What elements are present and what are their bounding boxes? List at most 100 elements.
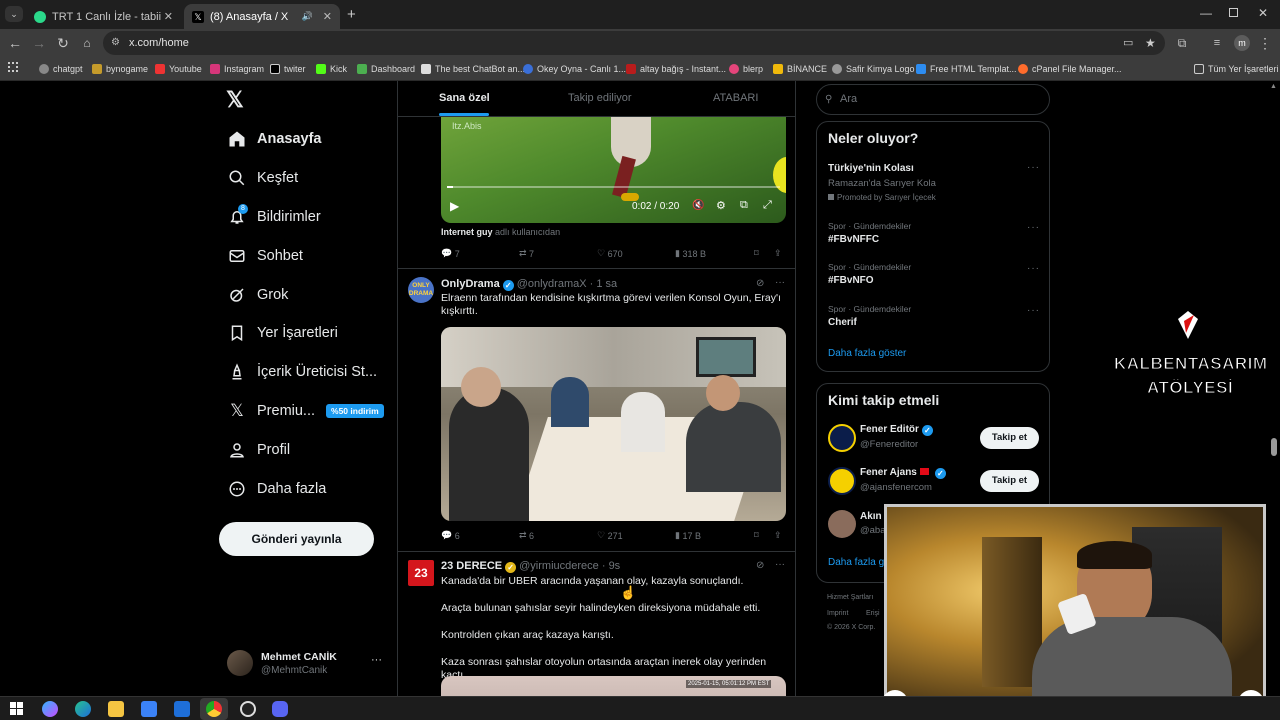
avatar[interactable] <box>828 467 856 495</box>
bookmark-icon[interactable]: ⌑ <box>754 530 759 541</box>
views-button[interactable]: ▮ 318 B <box>675 248 706 259</box>
reply-button[interactable]: 💬 7 <box>441 248 460 259</box>
nav-profile[interactable]: Profil <box>226 435 290 465</box>
video-progress-bar[interactable] <box>447 186 780 188</box>
nav-premium[interactable]: 𝕏 Premiu... %50 indirim <box>226 396 384 426</box>
bookmark-altay[interactable]: altay bağış - Instant... <box>626 61 726 77</box>
site-info-icon[interactable]: ⚙ <box>111 31 120 55</box>
trend-name[interactable]: Cherif <box>828 317 857 328</box>
discord-icon[interactable] <box>272 701 288 717</box>
bookmark-youtube[interactable]: Youtube <box>155 61 202 77</box>
search-input[interactable]: ⚲ Ara <box>816 84 1050 115</box>
nav-creator-studio[interactable]: İçerik Üreticisi St... <box>226 357 377 387</box>
avatar[interactable] <box>828 424 856 452</box>
tab-following[interactable]: Takip ediliyor <box>568 92 632 104</box>
show-more-link[interactable]: Daha fazla g <box>828 557 884 568</box>
tab-for-you[interactable]: Sana özel <box>439 92 490 104</box>
suggested-account-name[interactable]: Fener Ajans ✓ <box>860 467 949 479</box>
forward-icon[interactable]: → <box>30 34 48 52</box>
tab-x-home[interactable]: 𝕏 (8) Anasayfa / X 🔊 ✕ <box>184 4 340 29</box>
share-icon[interactable]: ⇪ <box>774 530 782 541</box>
like-button[interactable]: ♡ 271 <box>597 530 623 541</box>
media-control-icon[interactable]: ≡ <box>1208 34 1226 52</box>
follow-button[interactable]: Takip et <box>980 470 1039 492</box>
extensions-icon[interactable]: ⧉ <box>1173 34 1191 52</box>
more-icon[interactable]: ··· <box>775 559 785 570</box>
like-button[interactable]: ♡ 670 <box>597 248 623 259</box>
video-player[interactable]: Itz.Abis ▶ 0:02 / 0:20 🔇 ⚙ ⧉ ⤢ <box>441 117 786 223</box>
all-bookmarks-folder[interactable]: Tüm Yer İşaretleri <box>1194 61 1279 77</box>
reload-icon[interactable]: ↻ <box>54 34 72 52</box>
bookmark-html-templates[interactable]: Free HTML Templat... <box>916 61 1017 77</box>
store-icon[interactable] <box>141 701 157 717</box>
repost-button[interactable]: ⇄ 6 <box>519 530 534 541</box>
bookmark-chatbot[interactable]: The best ChatBot an... <box>421 61 525 77</box>
more-icon[interactable]: ··· <box>1027 222 1040 233</box>
bookmark-okey[interactable]: Okey Oyna - Canlı 1... <box>523 61 626 77</box>
bookmark-chatgpt[interactable]: chatgpt <box>39 61 83 77</box>
nav-more[interactable]: Daha fazla <box>226 474 326 504</box>
tweet-author[interactable]: OnlyDrama ✓ @onlydramaX · 1 sa <box>441 278 617 291</box>
x-logo-icon[interactable]: 𝕏 <box>226 87 244 113</box>
mail-icon[interactable] <box>174 701 190 717</box>
more-icon[interactable]: ··· <box>1027 305 1040 316</box>
more-icon[interactable]: ··· <box>1027 263 1040 274</box>
reply-button[interactable]: 💬 6 <box>441 530 460 541</box>
footer-link[interactable]: Erişi <box>866 610 880 617</box>
more-icon[interactable]: ··· <box>775 277 785 288</box>
bookmark-bynogame[interactable]: bynogame <box>92 61 148 77</box>
apps-icon[interactable] <box>8 62 18 72</box>
trend-name[interactable]: #FBvNFO <box>828 275 874 286</box>
bookmark-cpanel[interactable]: cPanel File Manager... <box>1018 61 1122 77</box>
suggested-account-name[interactable]: Fener Editör ✓ <box>860 424 936 436</box>
show-more-link[interactable]: Daha fazla göster <box>828 348 906 359</box>
nav-notifications[interactable]: 8 Bildirimler <box>226 202 321 232</box>
mute-icon[interactable]: 🔇 <box>692 200 704 211</box>
nav-grok[interactable]: Grok <box>226 280 288 310</box>
chrome-taskbar-item[interactable] <box>200 698 228 720</box>
obs-icon[interactable] <box>240 701 256 717</box>
copilot-icon[interactable] <box>42 701 58 717</box>
address-bar[interactable]: ⚙ x.com/home ▭ ★ <box>103 31 1165 55</box>
bookmark-star-icon[interactable]: ★ <box>1145 31 1156 55</box>
post-button[interactable]: Gönderi yayınla <box>219 522 374 556</box>
bookmark-instagram[interactable]: Instagram <box>210 61 264 77</box>
tweet-author[interactable]: 23 DERECE ✓ @yirmiucderece · 9s <box>441 560 620 573</box>
bookmark-safir[interactable]: Safir Kimya Logo <box>832 61 915 77</box>
nav-bookmarks[interactable]: Yer İşaretleri <box>226 318 338 348</box>
account-switcher[interactable]: Mehmet CANİK @MehmtCanik ··· <box>226 648 386 680</box>
bookmark-icon[interactable]: ⌑ <box>754 248 759 259</box>
restore-icon[interactable] <box>1229 8 1238 17</box>
menu-icon[interactable]: ⋮ <box>1256 34 1274 52</box>
promoted-trend-name[interactable]: Türkiye'nin Kolası <box>828 163 914 174</box>
share-icon[interactable]: ⇪ <box>774 248 782 259</box>
bookmark-blerp[interactable]: blerp <box>729 61 763 77</box>
minimize-icon[interactable]: — <box>1200 6 1212 20</box>
avatar[interactable]: 23 <box>408 560 434 586</box>
close-window-icon[interactable]: ✕ <box>1258 6 1268 20</box>
scrollbar-thumb[interactable] <box>1271 438 1277 456</box>
home-icon[interactable]: ⌂ <box>78 34 96 52</box>
fullscreen-icon[interactable]: ⤢ <box>763 199 772 212</box>
bookmark-dashboard[interactable]: Dashboard <box>357 61 415 77</box>
video-source[interactable]: Internet guy adlı kullanıcıdan <box>441 227 560 237</box>
file-explorer-icon[interactable] <box>108 701 124 717</box>
suggested-account-name[interactable]: Akın <box>860 511 882 522</box>
follow-button[interactable]: Takip et <box>980 427 1039 449</box>
close-tab-icon[interactable]: ✕ <box>164 10 173 23</box>
profile-avatar[interactable]: m <box>1234 35 1250 51</box>
trend-name[interactable]: #FBvNFFC <box>828 234 879 245</box>
footer-link[interactable]: Imprint <box>827 610 848 617</box>
grok-explain-icon[interactable]: ⊘ <box>756 560 764 571</box>
edge-icon[interactable] <box>75 701 91 717</box>
bookmark-twiter[interactable]: twiter <box>270 61 306 77</box>
more-icon[interactable]: ··· <box>371 654 382 666</box>
pip-icon[interactable]: ⧉ <box>740 199 748 212</box>
repost-button[interactable]: ⇄ 7 <box>519 248 534 259</box>
bookmark-kick[interactable]: Kick <box>316 61 347 77</box>
more-icon[interactable]: ··· <box>1027 162 1040 173</box>
new-tab-icon[interactable]: + <box>347 6 356 23</box>
tab-atabari[interactable]: ATABARI <box>713 92 758 104</box>
close-tab-icon[interactable]: ✕ <box>323 10 332 23</box>
install-icon[interactable]: ▭ <box>1123 31 1133 55</box>
